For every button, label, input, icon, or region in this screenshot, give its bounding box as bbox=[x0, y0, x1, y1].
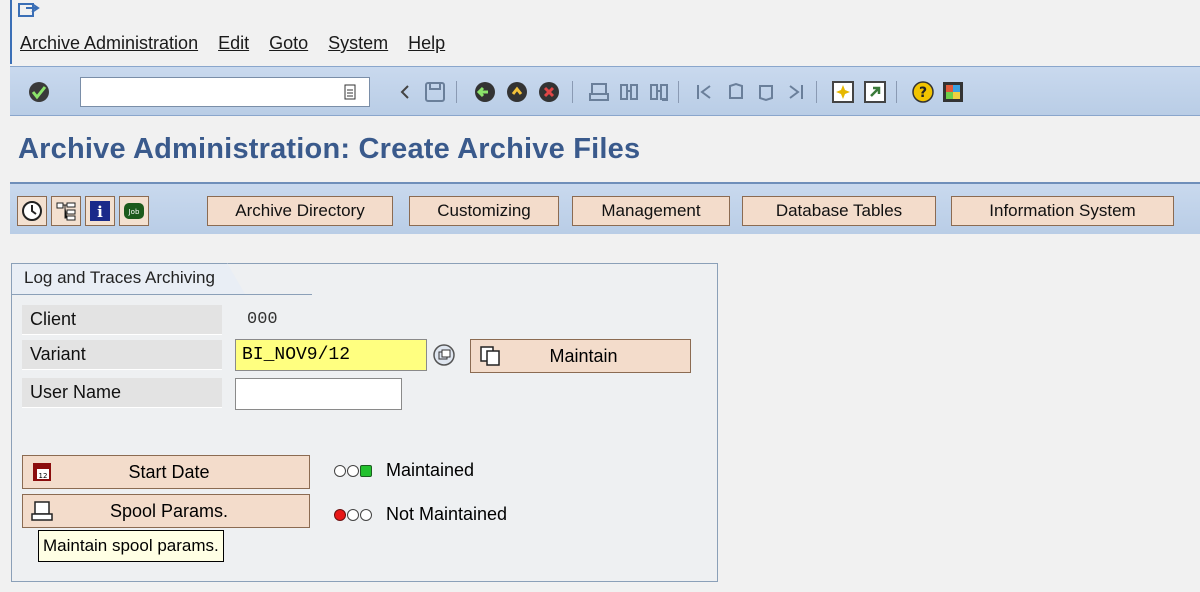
job-icon[interactable]: Job bbox=[119, 196, 149, 226]
svg-text:12: 12 bbox=[39, 472, 48, 480]
traffic-light-green-icon bbox=[334, 464, 372, 477]
legend-not-maintained: Not Maintained bbox=[334, 504, 507, 525]
cancel-icon[interactable] bbox=[536, 79, 562, 105]
maintain-label: Maintain bbox=[549, 345, 618, 366]
menu-goto[interactable]: Goto bbox=[269, 33, 308, 54]
svg-text:i: i bbox=[97, 203, 103, 221]
client-label: Client bbox=[22, 305, 222, 335]
legend-maintained: Maintained bbox=[334, 460, 474, 481]
traffic-light-red-icon bbox=[334, 508, 372, 521]
back-icon[interactable] bbox=[472, 79, 498, 105]
maintained-label: Maintained bbox=[386, 460, 475, 480]
page-title: Archive Administration: Create Archive F… bbox=[18, 133, 641, 165]
standard-toolbar: ? bbox=[10, 66, 1200, 116]
tooltip: Maintain spool params. bbox=[38, 530, 224, 562]
layout-icon[interactable] bbox=[940, 79, 966, 105]
toolbar-separator bbox=[572, 81, 573, 103]
search-help-icon[interactable] bbox=[432, 343, 456, 367]
variant-input[interactable] bbox=[235, 339, 427, 371]
information-system-button[interactable]: Information System bbox=[951, 196, 1174, 226]
toolbar-separator bbox=[816, 81, 817, 103]
command-history-icon[interactable] bbox=[342, 79, 358, 105]
menu-archive-administration[interactable]: Archive Administration bbox=[20, 33, 198, 54]
save-icon[interactable] bbox=[422, 79, 448, 105]
last-page-icon[interactable] bbox=[782, 79, 808, 105]
menu-help[interactable]: Help bbox=[408, 33, 445, 54]
calendar-icon: 12 bbox=[27, 457, 57, 487]
svg-text:Job: Job bbox=[128, 208, 140, 216]
title-bar-accent bbox=[10, 0, 12, 64]
customizing-button[interactable]: Customizing bbox=[409, 196, 559, 226]
spool-params-label: Spool Params. bbox=[109, 500, 229, 521]
command-field[interactable] bbox=[80, 77, 370, 107]
find-icon[interactable] bbox=[616, 79, 642, 105]
toolbar-separator bbox=[456, 81, 457, 103]
group-title-underline bbox=[12, 294, 312, 295]
username-input[interactable] bbox=[235, 378, 402, 410]
find-next-icon[interactable] bbox=[646, 79, 672, 105]
application-toolbar: i Job Archive Directory Customizing Mana… bbox=[10, 182, 1200, 234]
shortcut-icon[interactable] bbox=[862, 79, 888, 105]
system-menu-icon[interactable] bbox=[18, 2, 40, 20]
print-icon[interactable] bbox=[586, 79, 612, 105]
menu-edit[interactable]: Edit bbox=[218, 33, 249, 54]
new-session-icon[interactable] bbox=[830, 79, 856, 105]
username-label: User Name bbox=[22, 378, 222, 408]
first-page-icon[interactable] bbox=[692, 79, 718, 105]
help-icon[interactable]: ? bbox=[910, 79, 936, 105]
management-button[interactable]: Management bbox=[572, 196, 730, 226]
database-tables-button[interactable]: Database Tables bbox=[742, 196, 936, 226]
printer-icon bbox=[27, 496, 57, 526]
not-maintained-label: Not Maintained bbox=[386, 504, 508, 524]
start-date-label: Start Date bbox=[128, 461, 210, 482]
client-value: 000 bbox=[247, 310, 278, 329]
info-icon[interactable]: i bbox=[85, 196, 115, 226]
variant-label: Variant bbox=[22, 340, 222, 370]
execute-icon[interactable] bbox=[17, 196, 47, 226]
toolbar-separator bbox=[896, 81, 897, 103]
enter-icon[interactable] bbox=[26, 79, 52, 105]
toolbar-separator bbox=[678, 81, 679, 103]
group-title: Log and Traces Archiving bbox=[12, 263, 245, 294]
hierarchy-icon[interactable] bbox=[51, 196, 81, 226]
archive-directory-button[interactable]: Archive Directory bbox=[207, 196, 393, 226]
menu-system[interactable]: System bbox=[328, 33, 388, 54]
next-page-icon[interactable] bbox=[752, 79, 778, 105]
start-date-button[interactable]: 12 Start Date bbox=[22, 455, 310, 489]
spool-params-button[interactable]: Spool Params. bbox=[22, 494, 310, 528]
title-bar: Archive Administration Edit Goto System … bbox=[0, 0, 1200, 64]
menu-bar: Archive Administration Edit Goto System … bbox=[20, 33, 465, 54]
back-arrow-icon[interactable] bbox=[392, 79, 418, 105]
exit-icon[interactable] bbox=[504, 79, 530, 105]
maintain-variant-button[interactable]: Maintain bbox=[470, 339, 691, 373]
previous-page-icon[interactable] bbox=[722, 79, 748, 105]
svg-text:?: ? bbox=[919, 85, 927, 101]
copy-icon bbox=[475, 341, 505, 371]
